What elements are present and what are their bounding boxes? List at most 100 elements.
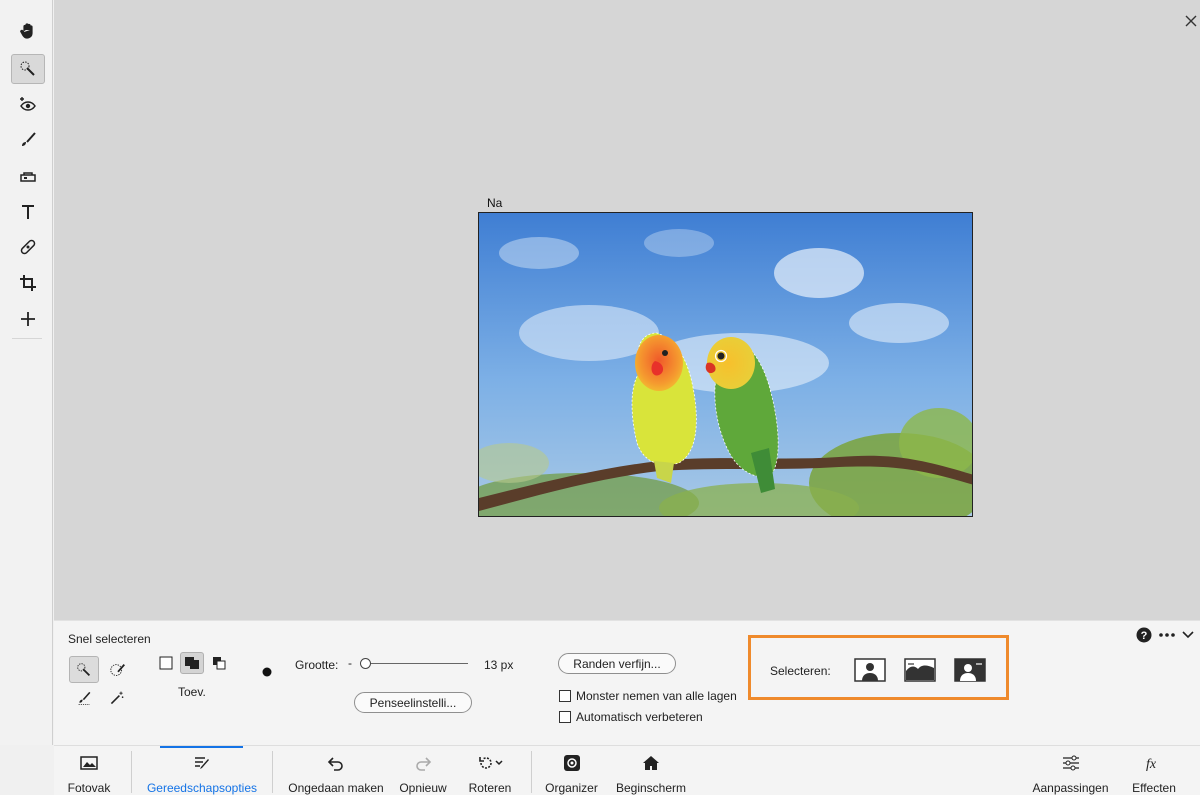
- select-subject-group: Selecteren:: [748, 635, 1009, 700]
- checkbox-box[interactable]: [559, 690, 571, 702]
- fx-icon: fx: [1146, 757, 1157, 772]
- panel-controls: ?: [1136, 627, 1194, 643]
- background-icon: [954, 658, 986, 682]
- smart-brush-tool[interactable]: [11, 125, 45, 155]
- subtract-selection-icon: [213, 657, 226, 670]
- sky-icon: [904, 658, 936, 682]
- rotate-label: Roteren: [468, 781, 512, 795]
- select-label: Selecteren:: [770, 664, 831, 678]
- size-minus: -: [348, 656, 352, 670]
- bottom-bar: Fotovak Gereedschapsopties Ongedaan make…: [54, 745, 1200, 795]
- quick-selection-tool[interactable]: [11, 54, 45, 84]
- effects-button[interactable]: fx Effecten: [1124, 746, 1184, 795]
- photo-bin-button[interactable]: Fotovak: [59, 746, 119, 795]
- crop-icon: [20, 275, 36, 291]
- bottom-divider: [531, 751, 532, 793]
- auto-enhance-label: Automatisch verbeteren: [576, 710, 703, 724]
- size-label: Grootte:: [295, 658, 339, 672]
- lovebirds-photo: [479, 213, 972, 516]
- home-icon: [643, 756, 659, 770]
- bottom-divider: [131, 751, 132, 793]
- hand-icon: [20, 23, 33, 39]
- size-value: 13 px: [484, 658, 514, 672]
- tool-options-icon: [195, 757, 209, 769]
- organizer-icon: [563, 755, 580, 771]
- hand-tool[interactable]: [11, 16, 45, 46]
- select-subject-button[interactable]: [854, 657, 886, 683]
- redo-label: Opnieuw: [399, 781, 447, 795]
- eye-plus-icon: [20, 97, 36, 111]
- spot-healing-tool[interactable]: [11, 232, 45, 262]
- checkbox-box[interactable]: [559, 711, 571, 723]
- bandage-icon: [20, 239, 36, 255]
- brush-dot-icon: [262, 667, 272, 677]
- add-selection-mode[interactable]: [180, 652, 204, 674]
- adjustments-label: Aanpassingen: [1032, 781, 1109, 795]
- refine-selection-brush-option[interactable]: [72, 686, 98, 710]
- sample-all-layers-label: Monster nemen van alle lagen: [576, 689, 737, 703]
- plus-icon: [21, 312, 35, 326]
- crop-tool[interactable]: [11, 268, 45, 298]
- organizer-label: Organizer: [545, 781, 598, 795]
- sample-all-layers-checkbox[interactable]: Monster nemen van alle lagen: [559, 689, 737, 703]
- mode-label: Toev.: [178, 685, 206, 699]
- quick-selection-option[interactable]: [69, 656, 99, 683]
- tool-options-button[interactable]: Gereedschapsopties: [142, 746, 262, 795]
- left-toolbar: [0, 0, 53, 745]
- rotate-icon: [479, 757, 503, 769]
- auto-enhance-checkbox[interactable]: Automatisch verbeteren: [559, 710, 703, 724]
- refine-edge-button[interactable]: Randen verfijn...: [558, 653, 676, 674]
- svg-text:?: ?: [1141, 630, 1148, 642]
- select-background-button[interactable]: [954, 657, 986, 683]
- svg-text:fx: fx: [1146, 757, 1157, 772]
- redo-icon: [416, 757, 432, 771]
- eraser-tool[interactable]: [11, 161, 45, 191]
- quick-selection-icon: [20, 61, 35, 76]
- canvas-area[interactable]: Na: [54, 0, 1200, 620]
- bottom-divider: [272, 751, 273, 793]
- type-tool[interactable]: [11, 197, 45, 227]
- brush-preview: [261, 666, 273, 678]
- red-eye-tool[interactable]: [11, 90, 45, 120]
- select-sky-button[interactable]: [904, 657, 936, 683]
- type-icon: [22, 205, 34, 219]
- panel-title: Snel selecteren: [68, 632, 151, 646]
- new-selection-mode[interactable]: [156, 653, 176, 673]
- photo-bin-icon: [80, 756, 98, 770]
- selection-brush-icon: [110, 663, 125, 676]
- subject-icon: [854, 658, 886, 682]
- new-selection-icon: [159, 656, 173, 670]
- adjustments-icon: [1062, 755, 1079, 771]
- brush-settings-button[interactable]: Penseelinstelli...: [354, 692, 472, 713]
- home-button[interactable]: Beginscherm: [611, 746, 691, 795]
- magic-wand-option[interactable]: [104, 686, 130, 710]
- quick-selection-icon: [77, 662, 91, 676]
- photo-canvas[interactable]: [478, 212, 973, 517]
- size-slider-track[interactable]: [360, 663, 468, 664]
- undo-label: Ongedaan maken: [288, 781, 384, 795]
- effects-label: Effecten: [1132, 781, 1176, 795]
- undo-icon: [327, 757, 343, 771]
- more-options-icon[interactable]: [1158, 632, 1176, 638]
- eraser-icon: [20, 172, 36, 182]
- adjustments-button[interactable]: Aanpassingen: [1029, 746, 1112, 795]
- organizer-button[interactable]: Organizer: [539, 746, 604, 795]
- size-slider-thumb[interactable]: [359, 658, 371, 669]
- toolbar-divider: [12, 338, 42, 339]
- close-icon[interactable]: [1184, 14, 1198, 28]
- help-icon[interactable]: ?: [1136, 627, 1152, 643]
- selection-brush-option[interactable]: [104, 656, 132, 683]
- refine-brush-icon: [78, 691, 91, 705]
- redo-button[interactable]: Opnieuw: [392, 746, 454, 795]
- subtract-selection-mode[interactable]: [209, 653, 229, 673]
- tool-options-label: Gereedschapsopties: [146, 781, 258, 795]
- magic-wand-icon: [110, 691, 124, 705]
- add-selection-icon: [185, 657, 199, 669]
- move-tool[interactable]: [11, 304, 45, 334]
- undo-button[interactable]: Ongedaan maken: [282, 746, 390, 795]
- tool-options-panel: Snel selecteren Toev. Grootte: - 13 px R…: [54, 620, 1200, 745]
- chevron-down-icon[interactable]: [1182, 631, 1194, 639]
- rotate-button[interactable]: Roteren: [459, 746, 521, 795]
- photo-bin-label: Fotovak: [67, 781, 111, 795]
- brush-icon: [22, 132, 36, 146]
